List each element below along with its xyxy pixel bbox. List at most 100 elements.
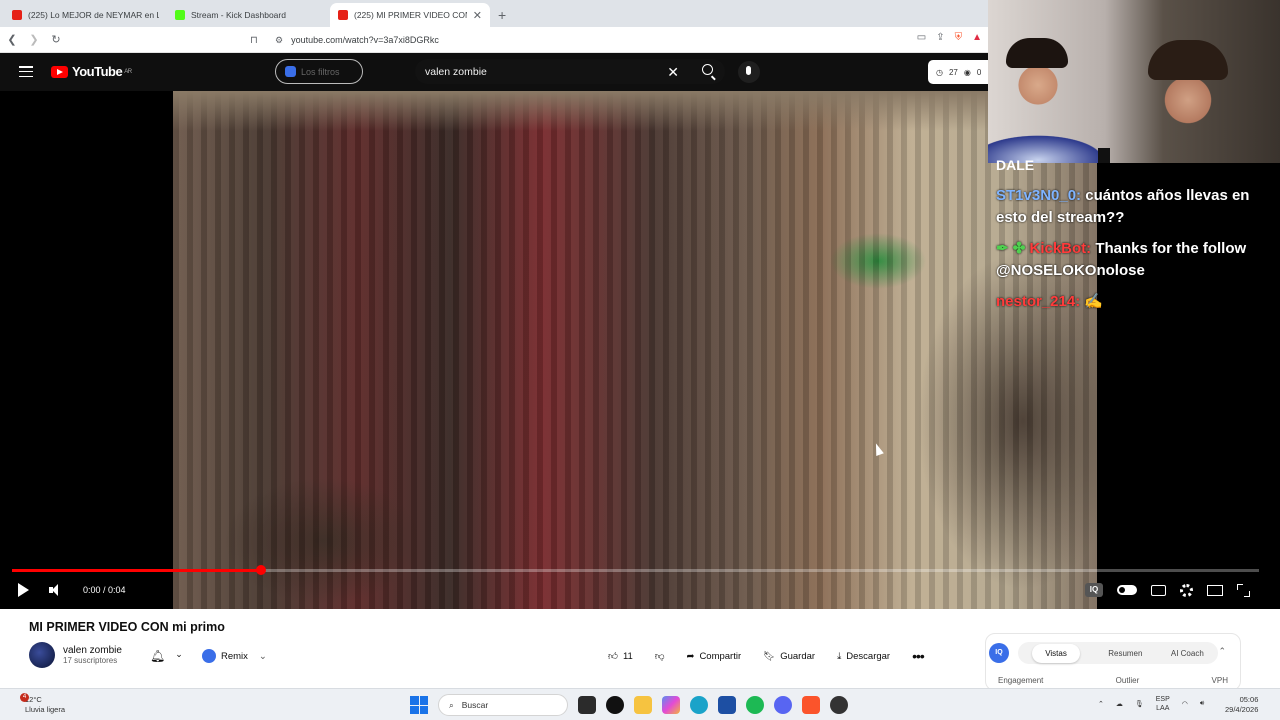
- chevron-down-icon: ⌄: [175, 649, 183, 659]
- chevron-up-icon[interactable]: ⌃: [1218, 646, 1226, 657]
- tab-resumen[interactable]: Resumen: [1108, 649, 1142, 658]
- thumbs-up-icon: 👍︎: [608, 651, 618, 662]
- site-info-icon[interactable]: ⚙: [275, 35, 283, 46]
- mic-icon[interactable]: 🎙︎: [1135, 700, 1144, 708]
- logo-text: YouTube: [72, 64, 123, 79]
- youtube-logo[interactable]: YouTube AR: [51, 64, 132, 79]
- install-icon[interactable]: ▭: [917, 32, 926, 43]
- system-tray: ⌃ ☁ 🎙︎ ESP LAA ◠ 🔊︎: [1098, 695, 1204, 713]
- volume-icon[interactable]: 🔊︎: [1200, 700, 1204, 708]
- discord-icon[interactable]: [774, 696, 792, 714]
- windows-start-icon[interactable]: [410, 696, 428, 714]
- volume-icon[interactable]: [49, 583, 63, 597]
- menu-icon[interactable]: [19, 66, 33, 77]
- chat-text: ✍: [1080, 293, 1104, 310]
- tab-neymar[interactable]: (225) Lo MEJOR de NEYMAR en LALIGA: [4, 3, 167, 27]
- bookmark-icon: 🔖︎: [763, 650, 776, 662]
- voice-search-icon[interactable]: [738, 61, 760, 83]
- filters-button[interactable]: Los filtros: [275, 59, 363, 84]
- download-icon: ⤓: [837, 650, 842, 662]
- url-text: youtube.com/watch?v=3a7xi8DGRkc: [291, 35, 439, 45]
- chat-message: ST1v3N0_0: cuántos años llevas en esto d…: [996, 185, 1280, 229]
- language-indicator[interactable]: ESP LAA: [1156, 695, 1170, 713]
- settings-icon[interactable]: [1180, 583, 1193, 597]
- notification-bell-button[interactable]: 🔔︎ ⌄: [150, 649, 183, 663]
- search-input[interactable]: valen zombie ✕: [415, 59, 725, 84]
- url-field[interactable]: ⊓ ⚙ youtube.com/watch?v=3a7xi8DGRkc: [250, 30, 885, 50]
- remix-button[interactable]: Remix ⌄: [202, 647, 267, 665]
- clock-date: 29/4/2026: [1225, 705, 1259, 714]
- search-icon: ⌕: [449, 699, 454, 710]
- edge-icon[interactable]: [690, 696, 708, 714]
- youtube-favicon-icon: [12, 10, 22, 20]
- iq-icon: [285, 66, 296, 77]
- file-explorer-icon[interactable]: [634, 696, 652, 714]
- cloud-icon[interactable]: ☁: [1116, 700, 1123, 708]
- task-view-icon[interactable]: [578, 696, 596, 714]
- bell-icon: 🔔︎: [150, 649, 166, 663]
- subtitles-icon[interactable]: [1151, 584, 1166, 596]
- channel-name[interactable]: valen zombie: [63, 645, 122, 656]
- iq-logo: IQ: [989, 643, 1009, 663]
- lang-layout: LAA: [1156, 705, 1170, 712]
- fullscreen-icon[interactable]: [1237, 583, 1250, 597]
- app-icon[interactable]: [606, 696, 624, 714]
- spotify-icon[interactable]: [746, 696, 764, 714]
- bookmark-icon[interactable]: ⊓: [250, 35, 258, 46]
- tab-current-video[interactable]: (225) MI PRIMER VIDEO CON ✕: [330, 3, 490, 27]
- clear-search-icon[interactable]: ✕: [667, 64, 679, 81]
- remix-label: Remix: [221, 650, 248, 662]
- reload-icon[interactable]: ↻: [46, 33, 66, 46]
- channel-info: valen zombie 17 suscriptores: [29, 642, 122, 668]
- vph-count: 27: [948, 67, 958, 77]
- progress-bar[interactable]: [12, 565, 1259, 575]
- search-icon[interactable]: [702, 64, 713, 75]
- copilot-icon[interactable]: [662, 696, 680, 714]
- save-button[interactable]: 🔖︎ Guardar: [760, 646, 818, 666]
- app-icon[interactable]: [830, 696, 848, 714]
- address-bar-row: ❮ ❯ ↻ ⊓ ⚙ youtube.com/watch?v=3a7xi8DGRk…: [0, 27, 988, 53]
- region-code: AR: [124, 68, 132, 75]
- autoplay-toggle[interactable]: [1117, 585, 1137, 595]
- clock-time: 05:06: [1239, 695, 1259, 704]
- new-tab-icon[interactable]: +: [498, 7, 506, 23]
- time-display: 0:00 / 0:04: [83, 585, 126, 595]
- like-button[interactable]: 👍︎ 11: [605, 646, 636, 666]
- chevron-up-icon[interactable]: ⌃: [1098, 700, 1104, 708]
- tab-kick-dashboard[interactable]: Stream - Kick Dashboard: [167, 3, 330, 27]
- store-icon[interactable]: [718, 696, 736, 714]
- iq-player-icon[interactable]: IQ: [1085, 583, 1103, 597]
- chat-username: nestor_214:: [996, 293, 1081, 310]
- iq-metrics: Engagement Outlier VPH: [998, 676, 1228, 685]
- download-label: Descargar: [846, 650, 891, 662]
- channel-avatar[interactable]: [29, 642, 55, 668]
- vph-widget[interactable]: ◷ 27 ◉ 0: [928, 60, 988, 84]
- forward-icon[interactable]: ❯: [24, 33, 44, 46]
- brave-shield-icon[interactable]: ⛨: [955, 32, 963, 43]
- wifi-icon[interactable]: ◠: [1182, 700, 1188, 708]
- brave-rewards-icon[interactable]: ▲: [972, 32, 982, 43]
- tab-ai-coach[interactable]: AI Coach: [1171, 649, 1204, 658]
- windows-taskbar: 4 12°C Lluvia ligera ⌕ Buscar ⌃ ☁ 🎙︎ ESP…: [0, 688, 1280, 720]
- youtube-play-icon: [51, 65, 68, 78]
- taskbar-search[interactable]: ⌕ Buscar: [438, 694, 568, 716]
- theater-mode-icon[interactable]: [1207, 584, 1223, 596]
- eye-icon: ◉: [963, 67, 971, 77]
- back-icon[interactable]: ❮: [2, 33, 22, 46]
- tab-title: (225) MI PRIMER VIDEO CON: [354, 10, 467, 20]
- tab-title: Stream - Kick Dashboard: [191, 10, 286, 20]
- chevron-down-icon[interactable]: ⌄: [259, 651, 267, 662]
- close-tab-icon[interactable]: ✕: [473, 9, 482, 22]
- weather-widget[interactable]: 4 12°C Lluvia ligera: [20, 693, 65, 715]
- share-icon[interactable]: ⇪: [936, 32, 944, 43]
- streamer-webcam: [988, 0, 1280, 163]
- share-button[interactable]: ➦ Compartir: [683, 646, 744, 666]
- play-button[interactable]: [18, 583, 29, 597]
- dislike-button[interactable]: 👎︎: [652, 646, 668, 666]
- tab-vistas[interactable]: Vistas: [1032, 643, 1080, 663]
- download-button[interactable]: ⤓ Descargar: [834, 646, 893, 666]
- brave-icon[interactable]: [802, 696, 820, 714]
- clock[interactable]: 05:06 29/4/2026: [1225, 695, 1258, 715]
- video-frame[interactable]: [173, 91, 1097, 609]
- more-actions-button[interactable]: •••: [909, 646, 927, 666]
